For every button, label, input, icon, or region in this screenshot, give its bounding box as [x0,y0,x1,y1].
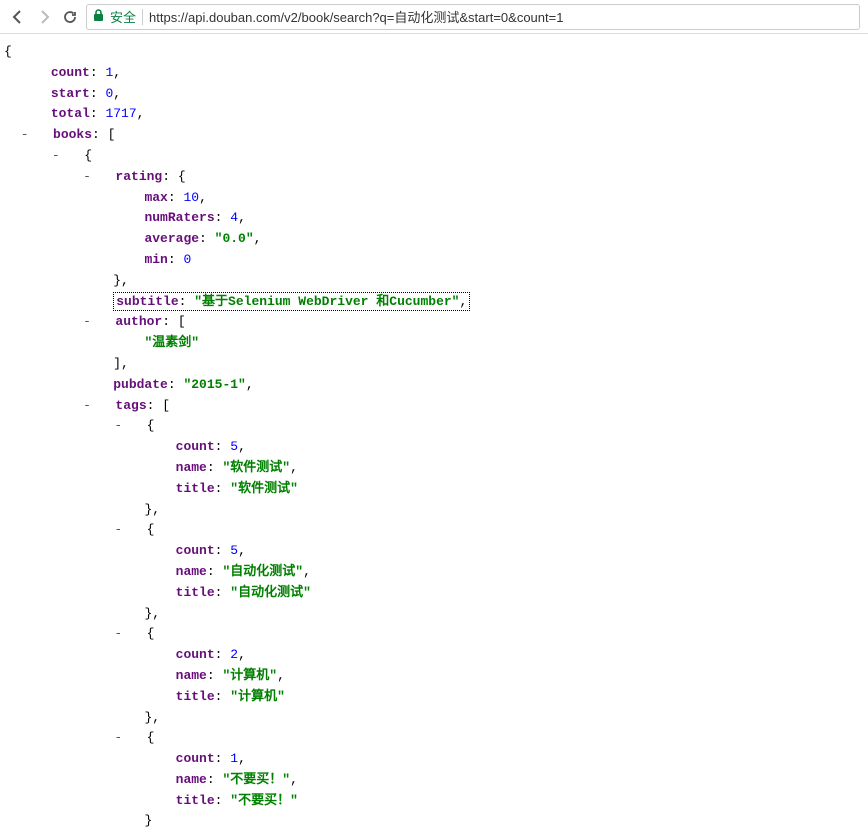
json-line: title: "计算机" [4,687,864,708]
json-line: - rating: { [4,167,864,188]
json-viewer: { count: 1, start: 0, total: 1717, - boo… [0,34,868,840]
json-line: - { [4,728,864,749]
json-line: name: "软件测试", [4,458,864,479]
collapse-toggle[interactable]: - [113,728,123,749]
json-line: ], [4,354,864,375]
collapse-toggle[interactable]: - [82,312,92,333]
json-line: - { [4,520,864,541]
json-line: name: "计算机", [4,666,864,687]
json-line: - { [4,146,864,167]
json-line: - books: [ [4,125,864,146]
json-line: count: 5, [4,541,864,562]
secure-label: 安全 [110,7,136,26]
json-line: - tags: [ [4,396,864,417]
collapse-toggle[interactable]: - [113,520,123,541]
browser-toolbar: 安全 https://api.douban.com/v2/book/search… [0,0,868,34]
collapse-toggle[interactable]: - [20,125,30,146]
json-line: title: "自动化测试" [4,583,864,604]
json-line: pubdate: "2015-1", [4,375,864,396]
json-line: title: "不要买！" [4,791,864,812]
lock-icon [93,9,104,25]
forward-button[interactable] [34,7,54,27]
json-line: }, [4,271,864,292]
json-line: - { [4,624,864,645]
json-line: - author: [ [4,312,864,333]
json-line: }, [4,500,864,521]
collapse-toggle[interactable]: - [113,416,123,437]
json-line: - { [4,416,864,437]
json-line: } [4,811,864,832]
json-line: numRaters: 4, [4,208,864,229]
json-line: }, [4,604,864,625]
back-button[interactable] [8,7,28,27]
json-line: count: 1, [4,63,864,84]
json-line: start: 0, [4,84,864,105]
json-line: average: "0.0", [4,229,864,250]
json-line: name: "自动化测试", [4,562,864,583]
json-line: name: "不要买！", [4,770,864,791]
json-line: }, [4,708,864,729]
json-line: { [4,42,864,63]
json-line: subtitle: "基于Selenium WebDriver 和Cucumbe… [4,292,864,313]
json-line: total: 1717, [4,104,864,125]
json-line: "温素剑" [4,333,864,354]
collapse-toggle[interactable]: - [51,146,61,167]
reload-button[interactable] [60,7,80,27]
json-line: max: 10, [4,188,864,209]
address-divider [142,9,143,25]
address-bar[interactable]: 安全 https://api.douban.com/v2/book/search… [86,4,860,30]
json-line: min: 0 [4,250,864,271]
collapse-toggle[interactable]: - [82,167,92,188]
json-line: count: 2, [4,645,864,666]
url-text: https://api.douban.com/v2/book/search?q=… [149,7,563,26]
json-line: title: "软件测试" [4,479,864,500]
collapse-toggle[interactable]: - [82,396,92,417]
collapse-toggle[interactable]: - [113,624,123,645]
json-line: count: 1, [4,749,864,770]
json-line: count: 5, [4,437,864,458]
